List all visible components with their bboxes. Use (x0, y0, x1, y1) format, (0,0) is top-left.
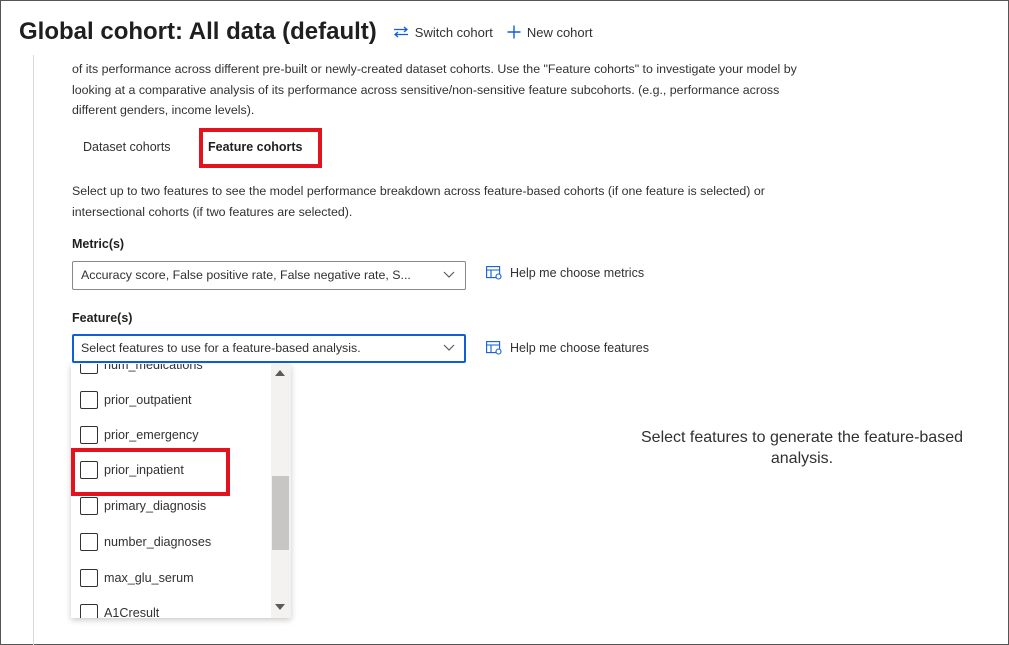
chevron-down-icon (443, 271, 455, 278)
metrics-value: Accuracy score, False positive rate, Fal… (81, 268, 411, 282)
metrics-label: Metric(s) (72, 237, 125, 251)
option-max-glu-serum[interactable]: max_glu_serum (80, 569, 194, 587)
checkbox[interactable] (80, 426, 98, 444)
option-number-diagnoses[interactable]: number_diagnoses (80, 533, 211, 551)
page-title: Global cohort: All data (default) (19, 18, 377, 45)
switch-cohort-button[interactable]: Switch cohort (393, 25, 493, 40)
highlight-box-prior-inpatient (71, 448, 230, 496)
checkbox[interactable] (80, 497, 98, 515)
chevron-down-icon (443, 344, 455, 351)
option-label: prior_outpatient (104, 393, 192, 407)
option-label: primary_diagnosis (104, 499, 207, 513)
checkbox[interactable] (80, 533, 98, 551)
cohort-header: Global cohort: All data (default) Switch… (19, 18, 607, 46)
plus-icon (507, 25, 521, 39)
help-choose-features-link[interactable]: Help me choose features (486, 341, 649, 355)
scrollbar-thumb[interactable] (272, 476, 289, 550)
option-label: A1Cresult (104, 606, 160, 618)
metrics-dropdown[interactable]: Accuracy score, False positive rate, Fal… (72, 261, 466, 290)
checkbox[interactable] (80, 604, 98, 618)
help-choose-metrics-link[interactable]: Help me choose metrics (486, 266, 644, 280)
features-placeholder: Select features to use for a feature-bas… (81, 341, 361, 355)
scroll-down-arrow-icon[interactable] (275, 604, 285, 610)
option-prior-outpatient[interactable]: prior_outpatient (80, 391, 192, 409)
features-label: Feature(s) (72, 311, 133, 325)
checkbox[interactable] (80, 364, 98, 374)
table-settings-icon (486, 341, 502, 355)
features-dropdown[interactable]: Select features to use for a feature-bas… (72, 334, 466, 363)
switch-arrows-icon (393, 26, 408, 38)
list-scrollbar[interactable] (271, 364, 291, 618)
empty-state-message: Select features to generate the feature-… (641, 429, 963, 467)
option-label: num_medications (104, 364, 203, 372)
checkbox[interactable] (80, 391, 98, 409)
nav-divider (33, 55, 34, 645)
checkbox[interactable] (80, 569, 98, 587)
table-settings-icon (486, 266, 502, 280)
new-cohort-button[interactable]: New cohort (507, 25, 593, 40)
scroll-up-arrow-icon[interactable] (275, 370, 285, 376)
option-label: prior_emergency (104, 428, 199, 442)
option-num-medications[interactable]: num_medications (80, 364, 203, 374)
option-prior-emergency[interactable]: prior_emergency (80, 426, 199, 444)
tab-dataset-cohorts[interactable]: Dataset cohorts (83, 140, 171, 154)
new-cohort-label: New cohort (526, 24, 593, 40)
option-label: max_glu_serum (104, 571, 194, 585)
intro-text: of its performance across different pre-… (72, 62, 797, 117)
switch-cohort-label: Switch cohort (414, 24, 493, 40)
option-a1cresult[interactable]: A1Cresult (80, 604, 159, 618)
option-label: number_diagnoses (104, 535, 212, 549)
feature-description: Select up to two features to see the mod… (72, 184, 765, 219)
help-choose-features-label: Help me choose features (510, 341, 649, 355)
highlight-box-feature-cohorts (199, 128, 322, 168)
help-choose-metrics-label: Help me choose metrics (510, 266, 645, 280)
option-primary-diagnosis[interactable]: primary_diagnosis (80, 497, 206, 515)
